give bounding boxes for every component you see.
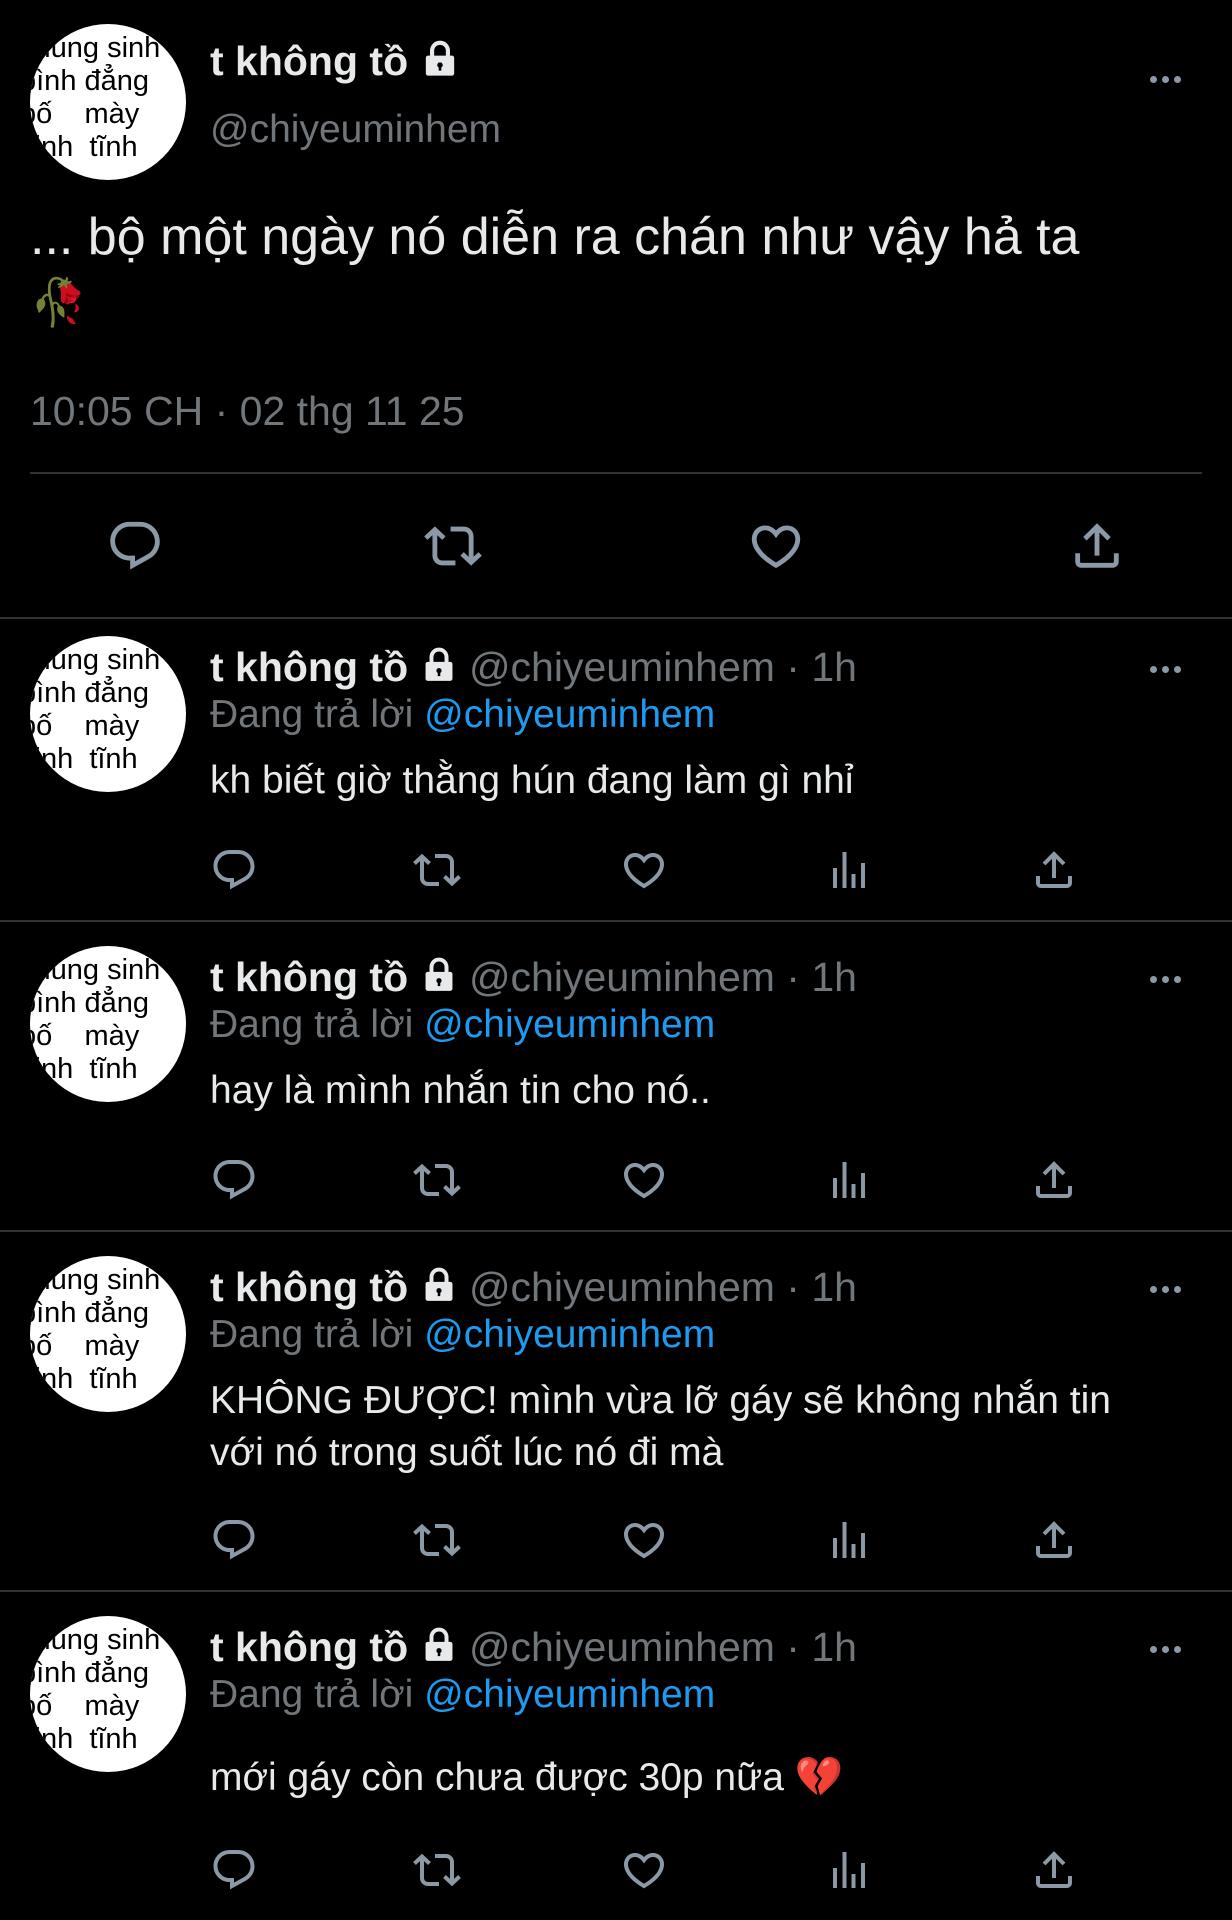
more-icon[interactable] (1150, 660, 1186, 678)
retweet-icon[interactable] (424, 517, 482, 575)
avatar-text: chúng sinh bình đẳng bố mày vinh tĩnh (30, 1264, 161, 1395)
display-name[interactable]: t không tồ (210, 954, 408, 1000)
avatar-text: chúng sinh bình đẳng bố mày vinh tĩnh (30, 32, 161, 163)
tweet-text-line: với nó trong suốt lúc nó đi mà (210, 1431, 724, 1474)
display-name[interactable]: t không tồ (210, 38, 460, 89)
divider (30, 472, 1202, 474)
replying-prefix: Đang trả lời (210, 1673, 414, 1716)
retweet-icon[interactable] (413, 1156, 461, 1204)
lock-icon (420, 646, 458, 694)
lock-icon (420, 39, 460, 89)
like-icon[interactable] (620, 1846, 668, 1894)
retweet-icon[interactable] (413, 846, 461, 894)
tweet-text-body: mới gáy còn chưa được 30p nữa (210, 1756, 784, 1799)
reply-header: t không tồ @chiyeuminhem · 1h (210, 644, 857, 694)
replying-to: Đang trả lời @chiyeuminhem (210, 1313, 715, 1357)
replying-to: Đang trả lời @chiyeuminhem (210, 1003, 715, 1047)
replying-to-link[interactable]: @chiyeuminhem (424, 1673, 715, 1716)
divider (0, 920, 1232, 922)
share-icon[interactable] (1068, 517, 1126, 575)
avatar[interactable]: chúng sinh bình đẳng bố mày vinh tĩnh (30, 946, 186, 1102)
avatar[interactable]: chúng sinh bình đẳng bố mày vinh tĩnh (30, 636, 186, 792)
divider (0, 617, 1232, 619)
lock-icon (420, 1626, 458, 1674)
retweet-icon[interactable] (413, 1516, 461, 1564)
display-name[interactable]: t không tồ (210, 1624, 408, 1670)
avatar[interactable]: chúng sinh bình đẳng bố mày vinh tĩnh (30, 1256, 186, 1412)
tweet-text: hay là mình nhắn tin cho nó.. (210, 1069, 711, 1112)
share-icon[interactable] (1030, 1516, 1078, 1564)
divider (0, 1590, 1232, 1592)
reply-header: t không tồ @chiyeuminhem · 1h (210, 954, 857, 1004)
avatar[interactable]: chúng sinh bình đẳng bố mày vinh tĩnh (30, 1616, 186, 1772)
reply-header: t không tồ @chiyeuminhem · 1h (210, 1264, 857, 1314)
reply-icon[interactable] (210, 1846, 258, 1894)
tweet-text: mới gáy còn chưa được 30p nữa 💔 (210, 1752, 1210, 1804)
like-icon[interactable] (620, 846, 668, 894)
tweet-text: ... bộ một ngày nó diễn ra chán như vậy … (30, 205, 1210, 334)
share-icon[interactable] (1030, 1156, 1078, 1204)
avatar-text: chúng sinh bình đẳng bố mày vinh tĩnh (30, 644, 161, 775)
broken-heart-emoji: 💔 (794, 1756, 844, 1799)
replying-prefix: Đang trả lời (210, 693, 414, 736)
tweet-timestamp[interactable]: 10:05 CH · 02 thg 11 25 (30, 388, 465, 435)
tweet-text: KHÔNG ĐƯỢC! mình vừa lỡ gáy sẽ không nhắ… (210, 1375, 1210, 1479)
replying-to: Đang trả lời @chiyeuminhem (210, 693, 715, 737)
reply-icon[interactable] (106, 517, 164, 575)
divider (0, 1230, 1232, 1232)
views-icon[interactable] (825, 1516, 873, 1564)
tweet-text: kh biết giờ thằng hún đang làm gì nhỉ (210, 759, 854, 802)
more-icon[interactable] (1150, 1640, 1186, 1658)
display-name[interactable]: t không tồ (210, 644, 408, 690)
views-icon[interactable] (825, 846, 873, 894)
replying-to-link[interactable]: @chiyeuminhem (424, 693, 715, 736)
views-icon[interactable] (825, 1846, 873, 1894)
tweet-text-line: KHÔNG ĐƯỢC! mình vừa lỡ gáy sẽ không nhắ… (210, 1379, 1111, 1422)
display-name-text: t không tồ (210, 38, 409, 84)
replying-prefix: Đang trả lời (210, 1313, 414, 1356)
lock-icon (420, 956, 458, 1004)
retweet-icon[interactable] (413, 1846, 461, 1894)
lock-icon (420, 1266, 458, 1314)
more-icon[interactable] (1150, 1280, 1186, 1298)
wilted-rose-emoji: 🥀 (30, 276, 88, 328)
avatar[interactable]: chúng sinh bình đẳng bố mày vinh tĩnh (30, 24, 186, 180)
share-icon[interactable] (1030, 1846, 1078, 1894)
more-icon[interactable] (1150, 70, 1186, 88)
share-icon[interactable] (1030, 846, 1078, 894)
reply-icon[interactable] (210, 846, 258, 894)
tweet-text-body: ... bộ một ngày nó diễn ra chán như vậy … (30, 208, 1080, 266)
more-icon[interactable] (1150, 970, 1186, 988)
replying-to-link[interactable]: @chiyeuminhem (424, 1003, 715, 1046)
like-icon[interactable] (620, 1156, 668, 1204)
handle-time[interactable]: @chiyeuminhem · 1h (469, 1264, 857, 1310)
avatar-text: chúng sinh bình đẳng bố mày vinh tĩnh (30, 954, 161, 1085)
like-icon[interactable] (620, 1516, 668, 1564)
handle-time[interactable]: @chiyeuminhem · 1h (469, 644, 857, 690)
reply-header: t không tồ @chiyeuminhem · 1h (210, 1624, 857, 1674)
handle-time[interactable]: @chiyeuminhem · 1h (469, 1624, 857, 1670)
like-icon[interactable] (747, 517, 805, 575)
replying-to: Đang trả lời @chiyeuminhem (210, 1673, 715, 1717)
views-icon[interactable] (825, 1156, 873, 1204)
avatar-text: chúng sinh bình đẳng bố mày vinh tĩnh (30, 1624, 161, 1755)
display-name[interactable]: t không tồ (210, 1264, 408, 1310)
handle[interactable]: @chiyeuminhem (210, 108, 501, 152)
handle-time[interactable]: @chiyeuminhem · 1h (469, 954, 857, 1000)
replying-prefix: Đang trả lời (210, 1003, 414, 1046)
reply-icon[interactable] (210, 1156, 258, 1204)
reply-icon[interactable] (210, 1516, 258, 1564)
replying-to-link[interactable]: @chiyeuminhem (424, 1313, 715, 1356)
